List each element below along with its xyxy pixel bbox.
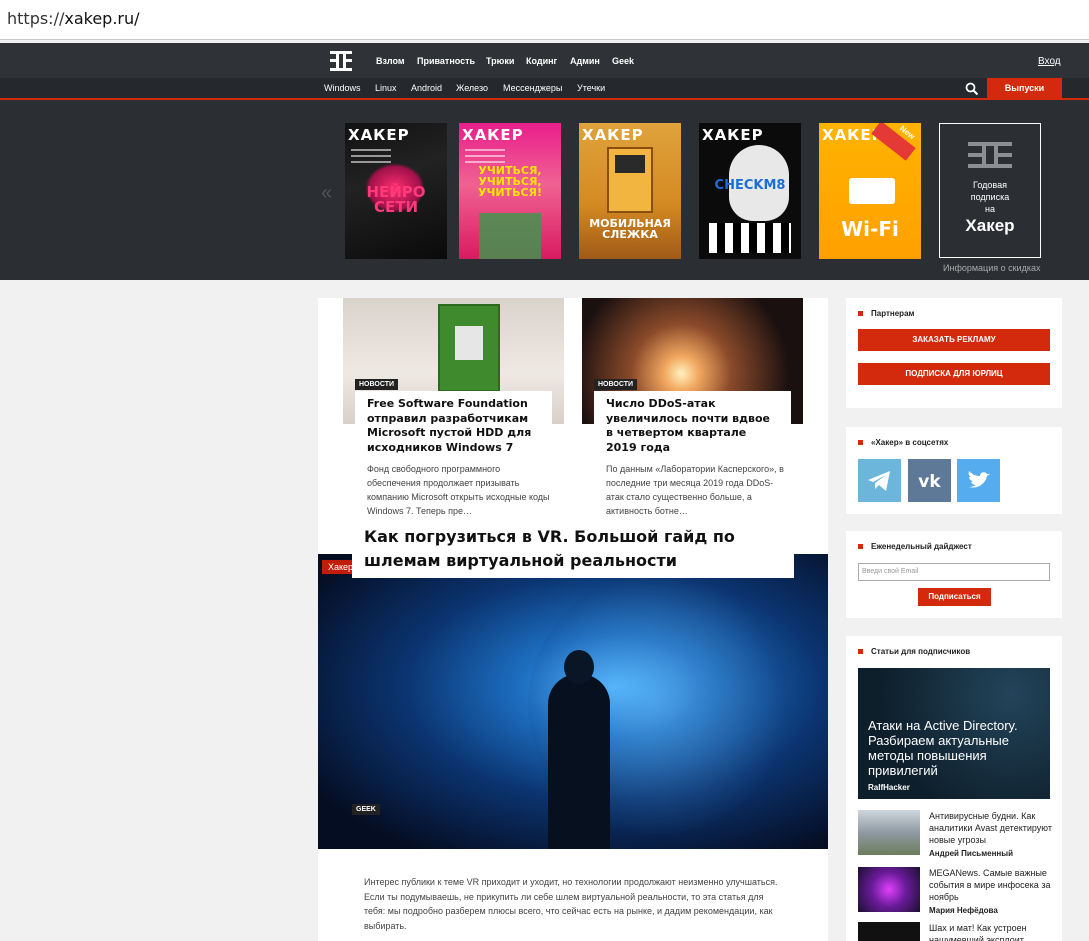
magazine-cover[interactable]: ХАКЕР CHECKM8 [699, 123, 801, 259]
search-icon[interactable] [965, 82, 979, 96]
article-title[interactable]: MEGANews. Самые важные события в мире ин… [929, 868, 1050, 902]
magazine-cover[interactable]: ХАКЕР МОБИЛЬНАЯ СЛЕЖКА [579, 123, 681, 259]
nav-item-hardware[interactable]: Железо [456, 83, 488, 93]
featured-title-box: Как погрузиться в VR. Большой гайд по шл… [352, 518, 794, 578]
subscription-brand: Хакер [965, 216, 1015, 235]
article-author: Мария Нефёдова [929, 906, 998, 915]
issues-button[interactable]: Выпуски [987, 78, 1062, 99]
news-title[interactable]: Free Software Foundation отправил разраб… [367, 397, 540, 455]
corp-subscription-button[interactable]: ПОДПИСКА ДЛЯ ЮРЛИЦ [858, 363, 1050, 385]
discount-info-link[interactable]: Информация о скидках [943, 263, 1040, 273]
carousel-prev-icon[interactable]: « [321, 182, 332, 205]
subscribe-button[interactable]: Подписаться [918, 588, 991, 606]
featured-tag[interactable]: GEEK [352, 804, 380, 815]
subscriber-article-title[interactable]: Атаки на Active Directory. Разбираем акт… [868, 718, 1043, 778]
news-tag[interactable]: НОВОСТИ [355, 379, 399, 390]
article-thumbnail[interactable] [858, 810, 920, 855]
nav-item-privacy[interactable]: Приватность [417, 56, 475, 66]
news-tag[interactable]: НОВОСТИ [594, 379, 638, 390]
article-thumbnail[interactable] [858, 867, 920, 912]
news-title[interactable]: Число DDoS-атак увеличилось почти вдвое … [606, 397, 779, 455]
article-author: Андрей Письменный [929, 849, 1013, 858]
nav-item-android[interactable]: Android [411, 83, 442, 93]
subscriber-articles-widget: Статьи для подписчиков Атаки на Active D… [846, 636, 1062, 941]
article-thumbnail[interactable] [858, 922, 920, 941]
primary-nav: Взлом Приватность Трюки Кодинг Админ Gee… [0, 43, 1089, 78]
main-content: НОВОСТИ Free Software Foundation отправи… [318, 298, 828, 941]
partners-heading: Партнерам [858, 309, 914, 318]
nav-item-tricks[interactable]: Трюки [486, 56, 514, 66]
site-header: Взлом Приватность Трюки Кодинг Админ Gee… [0, 43, 1089, 280]
digest-heading: Еженедельный дайджест [858, 542, 972, 551]
login-link[interactable]: Вход [1038, 56, 1061, 67]
featured-subscriber-article[interactable]: Атаки на Active Directory. Разбираем акт… [858, 668, 1050, 799]
nav-item-leaks[interactable]: Утечки [577, 83, 605, 93]
nav-item-geek[interactable]: Geek [612, 56, 634, 66]
annual-subscription-box[interactable]: Годовая подписка на Хакер [939, 123, 1041, 258]
magazine-cover[interactable]: ХАКЕР New Wi-Fi [819, 123, 921, 259]
subscription-line-3: на [985, 204, 995, 214]
article-title[interactable]: Шах и мат! Как устроен нашумевший экспло… [929, 923, 1027, 941]
magazine-logo: ХАКЕР [582, 126, 644, 144]
email-input[interactable]: Введи свой Email [858, 563, 1050, 581]
subscriber-article-author: RalfHacker [868, 783, 910, 792]
magazine-title: УЧИТЬСЯ, УЧИТЬСЯ, УЧИТЬСЯ! [477, 164, 543, 199]
featured-image[interactable]: Хакер #251 GEEK [318, 554, 828, 849]
site-logo[interactable] [330, 51, 352, 71]
subscriber-heading: Статьи для подписчиков [858, 647, 970, 656]
magazine-logo: ХАКЕР [462, 126, 524, 144]
news-excerpt: Фонд свободного программного обеспечения… [367, 464, 550, 516]
featured-excerpt: Интерес публики к теме VR приходит и ухо… [364, 877, 778, 931]
digest-widget: Еженедельный дайджест Введи свой Email П… [846, 531, 1062, 618]
subscription-line-1: Годовая [973, 180, 1007, 190]
telegram-icon[interactable] [858, 459, 901, 502]
nav-item-vzlom[interactable]: Взлом [376, 56, 405, 66]
magazine-title: Wi-Fi [841, 217, 899, 241]
subscription-line-2: подписка [970, 192, 1010, 202]
twitter-icon[interactable] [957, 459, 1000, 502]
partners-widget: Партнерам ЗАКАЗАТЬ РЕКЛАМУ ПОДПИСКА ДЛЯ … [846, 298, 1062, 408]
magazine-logo: ХАКЕР [348, 126, 410, 144]
address-bar[interactable]: https://xakep.ru/ [0, 0, 1089, 40]
subscription-logo-icon [968, 142, 1012, 168]
svg-text:vk: vk [918, 472, 941, 492]
nav-item-admin[interactable]: Админ [570, 56, 600, 66]
magazine-cover[interactable]: ХАКЕР НЕЙРО СЕТИ [345, 123, 447, 259]
url-text[interactable]: https://xakep.ru/ [7, 9, 140, 28]
magazine-cover[interactable]: ХАКЕР УЧИТЬСЯ, УЧИТЬСЯ, УЧИТЬСЯ! [459, 123, 561, 259]
news-excerpt: По данным «Лаборатории Касперского», в п… [606, 464, 784, 516]
vk-icon[interactable]: vk [908, 459, 951, 502]
social-heading: «Хакер» в соцсетях [858, 438, 948, 447]
nav-item-coding[interactable]: Кодинг [526, 56, 557, 66]
nav-item-windows[interactable]: Windows [324, 83, 361, 93]
magazine-logo: ХАКЕР [702, 126, 764, 144]
secondary-nav: Windows Linux Android Железо Мессенджеры… [0, 78, 1089, 100]
social-widget: «Хакер» в соцсетях vk [846, 427, 1062, 514]
magazine-title: МОБИЛЬНАЯ СЛЕЖКА [589, 217, 671, 241]
article-title[interactable]: Антивирусные будни. Как аналитики Avast … [929, 811, 1052, 845]
order-ad-button[interactable]: ЗАКАЗАТЬ РЕКЛАМУ [858, 329, 1050, 351]
nav-item-messengers[interactable]: Мессенджеры [503, 83, 562, 93]
magazine-title: CHECKM8 [714, 178, 786, 193]
nav-item-linux[interactable]: Linux [375, 83, 397, 93]
magazine-title: НЕЙРО СЕТИ [366, 183, 426, 216]
featured-title[interactable]: Как погрузиться в VR. Большой гайд по шл… [364, 525, 782, 573]
